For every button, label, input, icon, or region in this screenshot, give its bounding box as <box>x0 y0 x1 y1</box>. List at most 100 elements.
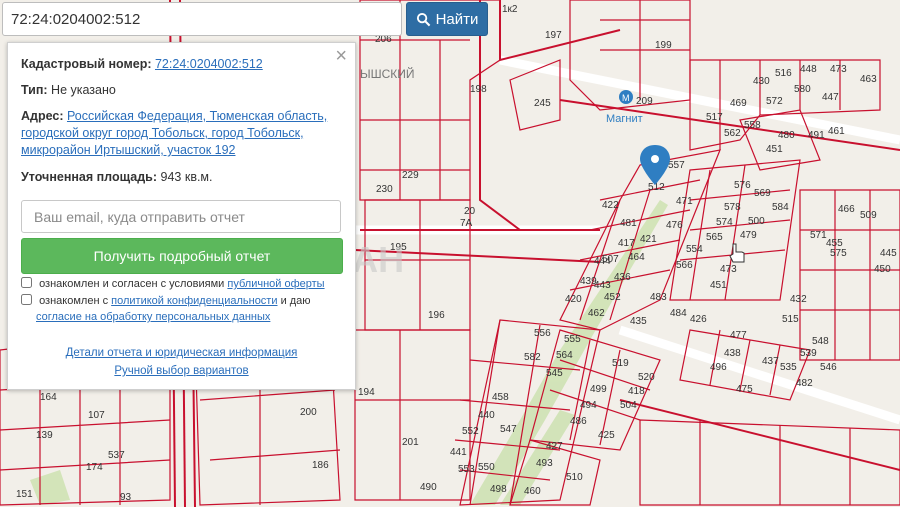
parcel-number: 512 <box>648 182 665 193</box>
parcel-number: 509 <box>860 210 877 221</box>
parcel-number: 425 <box>598 430 615 441</box>
parcel-number: 520 <box>638 372 655 383</box>
parcel-number: 510 <box>566 472 583 483</box>
details-link[interactable]: Детали отчета и юридическая информация <box>66 347 298 359</box>
email-field[interactable] <box>21 200 341 233</box>
parcel-number: 198 <box>470 84 487 95</box>
address-row: Адрес: Российская Федерация, Тюменская о… <box>21 108 341 159</box>
parcel-number: 164 <box>40 392 57 403</box>
parcel-number: 209 <box>636 96 653 107</box>
parcel-number: 475 <box>736 384 753 395</box>
parcel-number: 444 <box>594 256 611 267</box>
consent-offer-text: ознакомлен и согласен с условиями <box>39 278 225 290</box>
parcel-number: 553 <box>458 464 475 475</box>
consent-privacy-checkbox[interactable] <box>21 294 32 305</box>
parcel-number: 107 <box>88 410 105 421</box>
parcel-number: 555 <box>564 334 581 345</box>
consent-privacy-text: ознакомлен с <box>39 295 109 307</box>
type-row: Тип: Не указано <box>21 82 341 99</box>
parcel-number: 440 <box>478 410 495 421</box>
parcel-number: 420 <box>565 294 582 305</box>
parcel-number: 498 <box>490 484 507 495</box>
address-link[interactable]: Российская Федерация, Тюменская область,… <box>21 109 327 157</box>
parcel-number: 550 <box>478 462 495 473</box>
parcel-number: 445 <box>880 248 897 259</box>
public-offer-link[interactable]: публичной оферты <box>227 278 324 290</box>
find-button[interactable]: Найти <box>406 2 488 36</box>
parcel-number: 201 <box>402 437 419 448</box>
parcel-number: 437 <box>762 356 779 367</box>
parcel-number: 194 <box>358 387 375 398</box>
consent-offer-checkbox[interactable] <box>21 277 32 288</box>
parcel-number: 421 <box>640 234 657 245</box>
parcel-number: 7А <box>460 218 473 229</box>
parcel-number: 483 <box>650 292 667 303</box>
area-value: 943 кв.м. <box>160 170 213 184</box>
parcel-number: 537 <box>108 450 125 461</box>
parcel-number: 539 <box>800 348 817 359</box>
parcel-info-panel: × Кадастровый номер: 72:24:0204002:512 Т… <box>7 42 356 390</box>
personal-data-link[interactable]: согласие на обработку персональных данны… <box>36 311 270 323</box>
parcel-number: 481 <box>620 218 637 229</box>
parcel-number: 452 <box>604 292 621 303</box>
parcel-number: 482 <box>796 378 813 389</box>
parcel-number: 448 <box>800 64 817 75</box>
parcel-number: 20 <box>464 206 476 217</box>
parcel-number: 580 <box>794 84 811 95</box>
svg-text:M: M <box>622 93 630 103</box>
cadastral-row: Кадастровый номер: 72:24:0204002:512 <box>21 56 341 73</box>
parcel-number: 546 <box>820 362 837 373</box>
parcel-number: 574 <box>716 217 733 228</box>
consent-data-line: согласие на обработку персональных данны… <box>36 309 270 325</box>
store-label: Магнит <box>606 113 643 125</box>
area-label: Уточненная площадь: <box>21 170 158 184</box>
parcel-number: 229 <box>402 170 419 181</box>
parcel-number: 441 <box>450 447 467 458</box>
parcel-number: 471 <box>676 196 693 207</box>
parcel-number: 556 <box>534 328 551 339</box>
parcel-number: 575 <box>830 248 847 259</box>
parcel-number: 571 <box>810 230 827 241</box>
parcel-number: 430 <box>753 76 770 87</box>
manual-selection-link[interactable]: Ручной выбор вариантов <box>114 365 248 377</box>
cadastral-label: Кадастровый номер: <box>21 57 152 71</box>
parcel-number: 435 <box>630 316 647 327</box>
privacy-policy-link[interactable]: политикой конфиденциальности <box>111 295 277 307</box>
parcel-number: 564 <box>556 350 573 361</box>
parcel-number: 477 <box>730 330 747 341</box>
search-icon <box>416 12 430 26</box>
find-button-label: Найти <box>435 10 479 28</box>
cadastral-link[interactable]: 72:24:0204002:512 <box>155 57 263 71</box>
parcel-number: 439 <box>580 276 597 287</box>
parcel-number: 230 <box>376 184 393 195</box>
get-report-button[interactable]: Получить подробный отчет <box>21 238 343 274</box>
parcel-number: 451 <box>766 144 783 155</box>
parcel-number: 491 <box>808 130 825 141</box>
parcel-number: 494 <box>580 400 597 411</box>
parcel-number: 418 <box>628 386 645 397</box>
parcel-number: 535 <box>780 362 797 373</box>
parcel-number: 548 <box>812 336 829 347</box>
parcel-number: 174 <box>86 462 103 473</box>
parcel-number: 476 <box>666 220 683 231</box>
parcel-number: 93 <box>120 492 132 503</box>
manual-link-row: Ручной выбор вариантов <box>8 365 355 377</box>
parcel-number: 558 <box>744 120 761 131</box>
parcel-number: 139 <box>36 430 53 441</box>
parcel-number: 436 <box>614 272 631 283</box>
parcel-number: 438 <box>724 348 741 359</box>
search-input[interactable] <box>2 2 402 36</box>
parcel-number: 451 <box>710 280 727 291</box>
parcel-number: 490 <box>420 482 437 493</box>
parcel-number: 582 <box>524 352 541 363</box>
parcel-number: 151 <box>16 489 33 500</box>
parcel-number: 516 <box>775 68 792 79</box>
parcel-number: 417 <box>618 238 635 249</box>
parcel-number: 499 <box>590 384 607 395</box>
parcel-number: 447 <box>822 92 839 103</box>
parcel-number: 461 <box>828 126 845 137</box>
store-marker-icon: M <box>619 90 633 104</box>
parcel-number: 576 <box>734 180 751 191</box>
parcel-number: 427 <box>546 441 563 452</box>
parcel-number: 197 <box>545 30 562 41</box>
